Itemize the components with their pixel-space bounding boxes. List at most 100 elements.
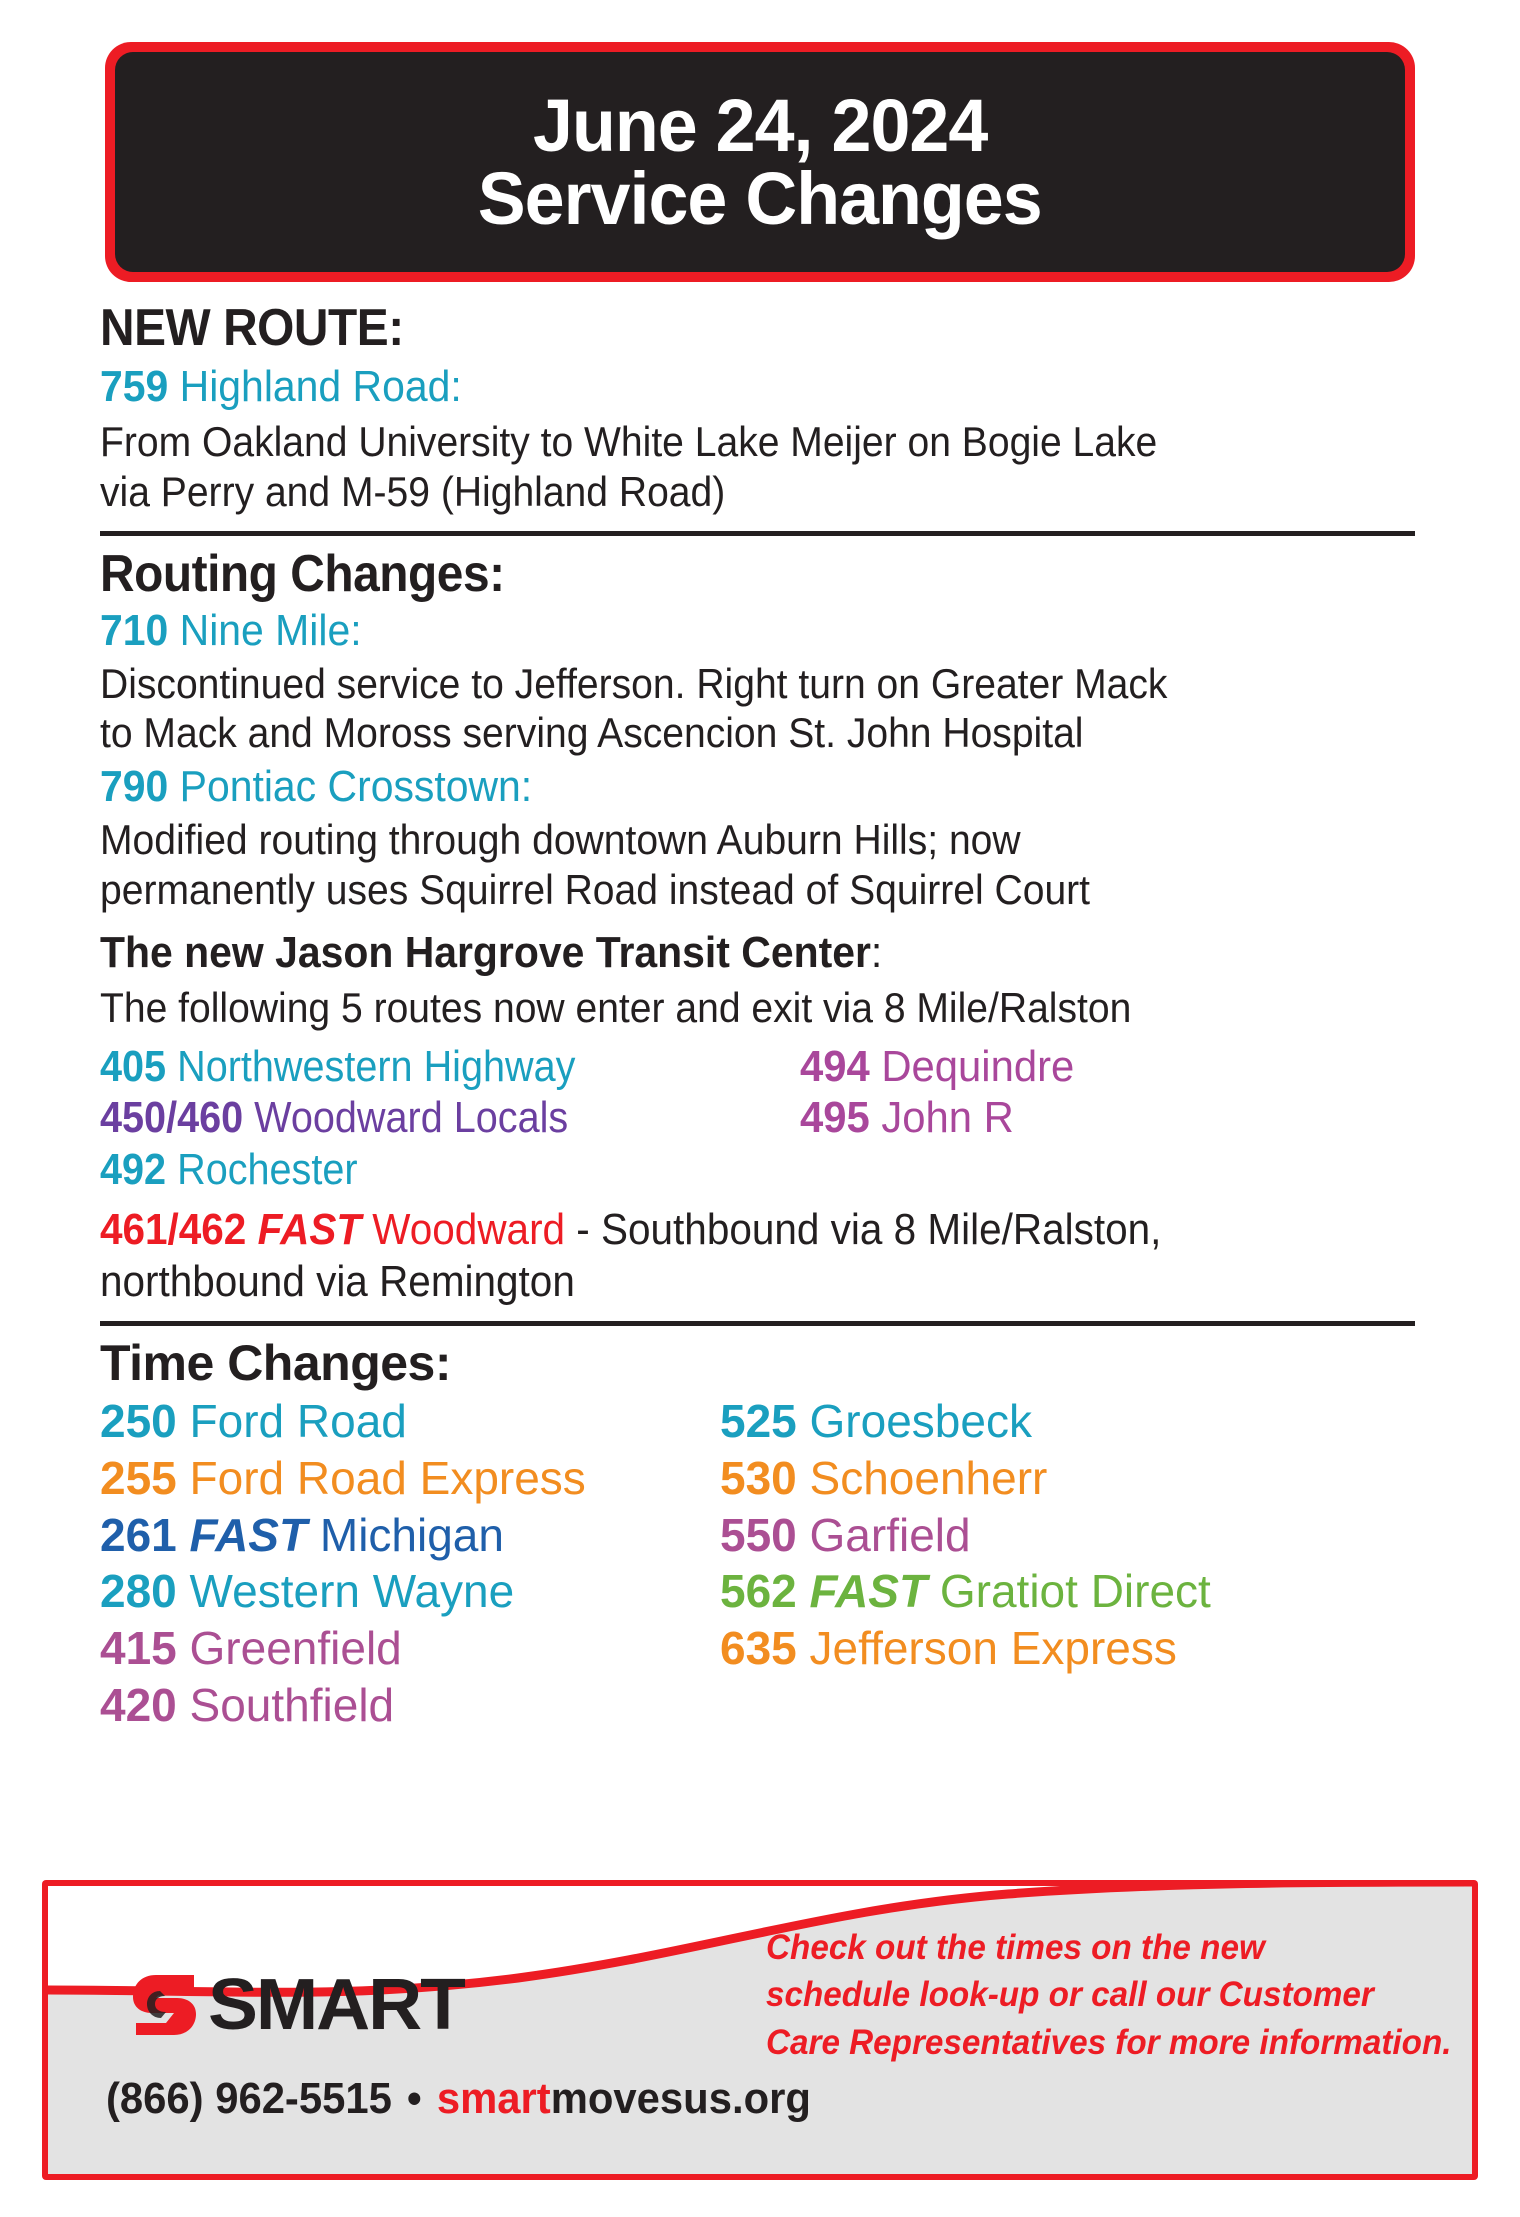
new-route-desc-1: From Oakland University to White Lake Me… bbox=[100, 418, 1158, 466]
time-changes-grid: 250 Ford Road 525 Groesbeck 255 Ford Roa… bbox=[100, 1394, 1420, 1732]
time-route-635-name: Jefferson Express bbox=[809, 1622, 1177, 1675]
section-routing-changes: Routing Changes: 710 Nine Mile: Disconti… bbox=[100, 544, 1420, 1308]
time-changes-heading: Time Changes: bbox=[100, 1335, 452, 1392]
new-route-number: 759 bbox=[100, 362, 169, 412]
time-route-280-number: 280 bbox=[100, 1565, 177, 1618]
section-time-changes: Time Changes: 250 Ford Road 525 Groesbec… bbox=[100, 1336, 1420, 1732]
time-route-415: 415 Greenfield bbox=[100, 1621, 720, 1676]
time-route-261-number: 261 bbox=[100, 1508, 177, 1561]
header-title: Service Changes bbox=[478, 157, 1043, 240]
time-route-255: 255 Ford Road Express bbox=[100, 1451, 720, 1506]
time-route-562: 562 FAST Gratiot Direct bbox=[720, 1564, 1420, 1619]
footer-separator: • bbox=[407, 2074, 422, 2123]
hargrove-title: The new Jason Hargrove Transit Center: bbox=[100, 928, 1328, 979]
hargrove-title-tail: : bbox=[870, 928, 883, 978]
hargrove-route-450-460: 450/460 Woodward Locals bbox=[100, 1092, 730, 1144]
footer-panel: SMART (866) 962-5515 • smartmovesus.org Ch… bbox=[42, 1880, 1478, 2180]
hargrove-title-bold: The new Jason Hargrove Transit Center bbox=[100, 928, 871, 978]
route-790-name: Pontiac Crosstown: bbox=[179, 762, 533, 812]
new-route-name: Highland Road: bbox=[179, 362, 462, 412]
time-route-550-name: Garfield bbox=[809, 1508, 971, 1561]
route-710-name: Nine Mile: bbox=[179, 605, 362, 655]
time-route-550-number: 550 bbox=[720, 1508, 797, 1561]
smart-logo-text: SMART bbox=[208, 1965, 466, 2045]
hargrove-route-492: 492 Rochester bbox=[100, 1144, 730, 1196]
hargrove-route-450-460-name: Woodward Locals bbox=[254, 1093, 569, 1143]
time-route-255-name: Ford Road Express bbox=[189, 1451, 586, 1504]
time-route-525-name: Groesbeck bbox=[809, 1395, 1032, 1448]
service-changes-flyer: June 24, 2024 Service Changes NEW ROUTE:… bbox=[0, 0, 1520, 2217]
footer-contact: (866) 962-5515 • smartmovesus.org bbox=[106, 2074, 811, 2124]
header-banner: June 24, 2024 Service Changes bbox=[105, 42, 1415, 282]
route-710-number: 710 bbox=[100, 605, 169, 655]
hargrove-route-494-name: Dequindre bbox=[881, 1041, 1075, 1091]
time-route-250-name: Ford Road bbox=[189, 1395, 407, 1448]
hargrove-subtitle: The following 5 routes now enter and exi… bbox=[100, 983, 1132, 1031]
route-790-desc-2: permanently uses Squirrel Road instead o… bbox=[100, 865, 1091, 913]
footer-promo: Check out the times on the new schedule … bbox=[766, 1924, 1452, 2066]
route-461-462-name: Woodward bbox=[372, 1205, 566, 1255]
time-route-261: 261 FAST Michigan bbox=[100, 1508, 720, 1563]
routing-changes-heading: Routing Changes: bbox=[100, 544, 505, 603]
route-461-462-desc-2: northbound via Remington bbox=[100, 1256, 575, 1306]
time-route-255-number: 255 bbox=[100, 1451, 177, 1504]
header-banner-inner: June 24, 2024 Service Changes bbox=[115, 52, 1405, 272]
time-route-635: 635 Jefferson Express bbox=[720, 1621, 1420, 1676]
hargrove-route-494: 494 Dequindre bbox=[800, 1041, 1389, 1093]
hargrove-route-405-number: 405 bbox=[100, 1041, 167, 1091]
route-710-desc-1: Discontinued service to Jefferson. Right… bbox=[100, 659, 1168, 707]
time-route-525: 525 Groesbeck bbox=[720, 1394, 1420, 1449]
time-route-635-number: 635 bbox=[720, 1622, 797, 1675]
new-route-line: 759 Highland Road: bbox=[100, 362, 1328, 411]
footer-inner: SMART (866) 962-5515 • smartmovesus.org Ch… bbox=[48, 1886, 1472, 2174]
time-route-530: 530 Schoenherr bbox=[720, 1451, 1420, 1506]
time-route-250-number: 250 bbox=[100, 1395, 177, 1448]
time-route-261-fast-label: FAST bbox=[189, 1508, 308, 1561]
route-790-number: 790 bbox=[100, 762, 169, 812]
time-route-530-name: Schoenherr bbox=[809, 1451, 1048, 1504]
hargrove-grid-spacer bbox=[800, 1144, 1420, 1196]
route-710-line: 710 Nine Mile: bbox=[100, 606, 1328, 655]
time-route-562-fast-label: FAST bbox=[809, 1565, 928, 1618]
time-route-261-name: Michigan bbox=[319, 1508, 504, 1561]
time-route-420-number: 420 bbox=[100, 1678, 177, 1731]
time-route-562-number: 562 bbox=[720, 1565, 797, 1618]
hargrove-route-495-name: John R bbox=[881, 1093, 1014, 1143]
hargrove-route-405-name: Northwestern Highway bbox=[177, 1041, 576, 1091]
time-route-530-number: 530 bbox=[720, 1451, 797, 1504]
route-790-line: 790 Pontiac Crosstown: bbox=[100, 762, 1328, 811]
time-route-280: 280 Western Wayne bbox=[100, 1564, 720, 1619]
new-route-desc-2: via Perry and M-59 (Highland Road) bbox=[100, 467, 726, 515]
hargrove-route-492-name: Rochester bbox=[177, 1145, 358, 1195]
route-790-desc-1: Modified routing through downtown Auburn… bbox=[100, 816, 1021, 864]
time-route-415-name: Greenfield bbox=[189, 1622, 402, 1675]
footer-website-red[interactable]: smart bbox=[437, 2074, 551, 2123]
divider-2 bbox=[100, 1321, 1415, 1327]
footer-phone[interactable]: (866) 962-5515 bbox=[106, 2074, 392, 2123]
footer-promo-line-3: Care Representatives for more informatio… bbox=[766, 2022, 1452, 2062]
smart-logo: SMART bbox=[130, 1964, 466, 2046]
route-710-desc-2: to Mack and Moross serving Ascencion St.… bbox=[100, 709, 1084, 757]
flyer-body: NEW ROUTE: 759 Highland Road: From Oakla… bbox=[100, 300, 1420, 1733]
hargrove-route-494-number: 494 bbox=[800, 1041, 870, 1091]
footer-promo-line-1: Check out the times on the new bbox=[766, 1928, 1265, 1967]
time-route-420-name: Southfield bbox=[189, 1678, 395, 1731]
section-new-route: NEW ROUTE: 759 Highland Road: From Oakla… bbox=[100, 300, 1420, 517]
hargrove-route-495-number: 495 bbox=[800, 1093, 870, 1143]
divider-1 bbox=[100, 530, 1415, 536]
hargrove-route-495: 495 John R bbox=[800, 1092, 1389, 1144]
time-route-280-name: Western Wayne bbox=[189, 1565, 515, 1618]
route-461-462-number: 461/462 bbox=[100, 1205, 247, 1255]
time-route-420: 420 Southfield bbox=[100, 1678, 720, 1733]
time-route-562-name: Gratiot Direct bbox=[939, 1565, 1211, 1618]
header-date: June 24, 2024 bbox=[532, 83, 988, 167]
time-route-250: 250 Ford Road bbox=[100, 1394, 720, 1449]
hargrove-route-grid: 405 Northwestern Highway 494 Dequindre 4… bbox=[100, 1041, 1420, 1197]
hargrove-route-492-number: 492 bbox=[100, 1145, 167, 1195]
time-grid-spacer bbox=[720, 1678, 1420, 1733]
hargrove-route-405: 405 Northwestern Highway bbox=[100, 1041, 730, 1093]
footer-website-black[interactable]: movesus.org bbox=[551, 2074, 811, 2123]
route-461-462-line: 461/462 FAST Woodward - Southbound via 8… bbox=[100, 1204, 1314, 1255]
hargrove-route-450-460-number: 450/460 bbox=[100, 1093, 244, 1143]
route-461-462-fast-label: FAST bbox=[257, 1205, 362, 1255]
